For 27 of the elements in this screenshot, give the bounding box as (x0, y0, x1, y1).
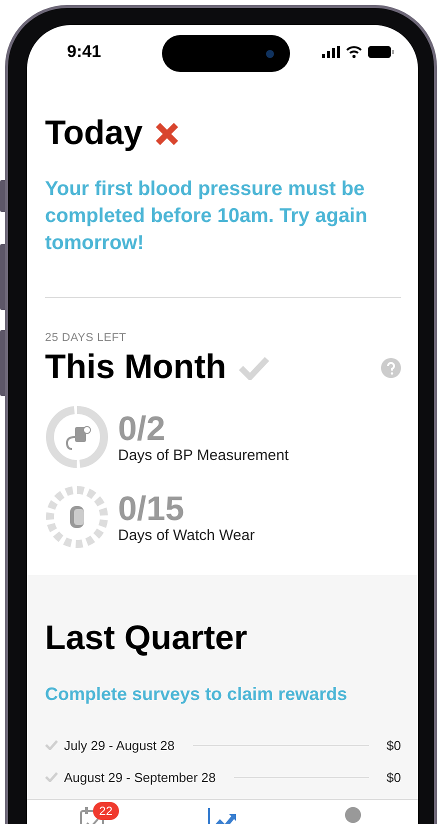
battery-icon (368, 46, 394, 58)
goal-count: 0/2 (118, 410, 166, 447)
watch-icon (45, 485, 109, 550)
goal-count: 0/15 (118, 490, 186, 527)
blood-pressure-cuff-icon (45, 405, 109, 470)
today-heading: Today (45, 114, 143, 154)
side-button[interactable] (0, 244, 5, 310)
side-button[interactable] (0, 180, 5, 212)
claim-rewards-link[interactable]: Complete surveys to claim rewards (45, 684, 348, 706)
goal-label: Days of BP Measurement (118, 446, 289, 464)
goal-label: Days of Watch Wear (118, 526, 255, 544)
status-time: 9:41 (67, 42, 102, 62)
period-label: July 29 - August 28 (64, 738, 175, 753)
help-icon[interactable] (381, 358, 401, 378)
signal-icon (322, 46, 340, 58)
wifi-icon (346, 46, 362, 58)
side-button[interactable] (0, 330, 5, 396)
tab-bar-item[interactable]: 22 (57, 802, 128, 824)
quarter-heading: Last Quarter (45, 619, 248, 658)
month-heading: This Month (45, 348, 226, 388)
days-left-label: 25 DAYS LEFT (45, 332, 126, 344)
camera-icon (266, 50, 274, 58)
today-message: Your first blood pressure must be completed before 10am. Try again tomorrow! (45, 177, 368, 256)
reward-amount: $0 (386, 738, 401, 753)
notification-badge: 22 (93, 802, 119, 820)
period-label: August 29 - September 28 (64, 770, 216, 785)
reward-amount: $0 (386, 770, 401, 785)
